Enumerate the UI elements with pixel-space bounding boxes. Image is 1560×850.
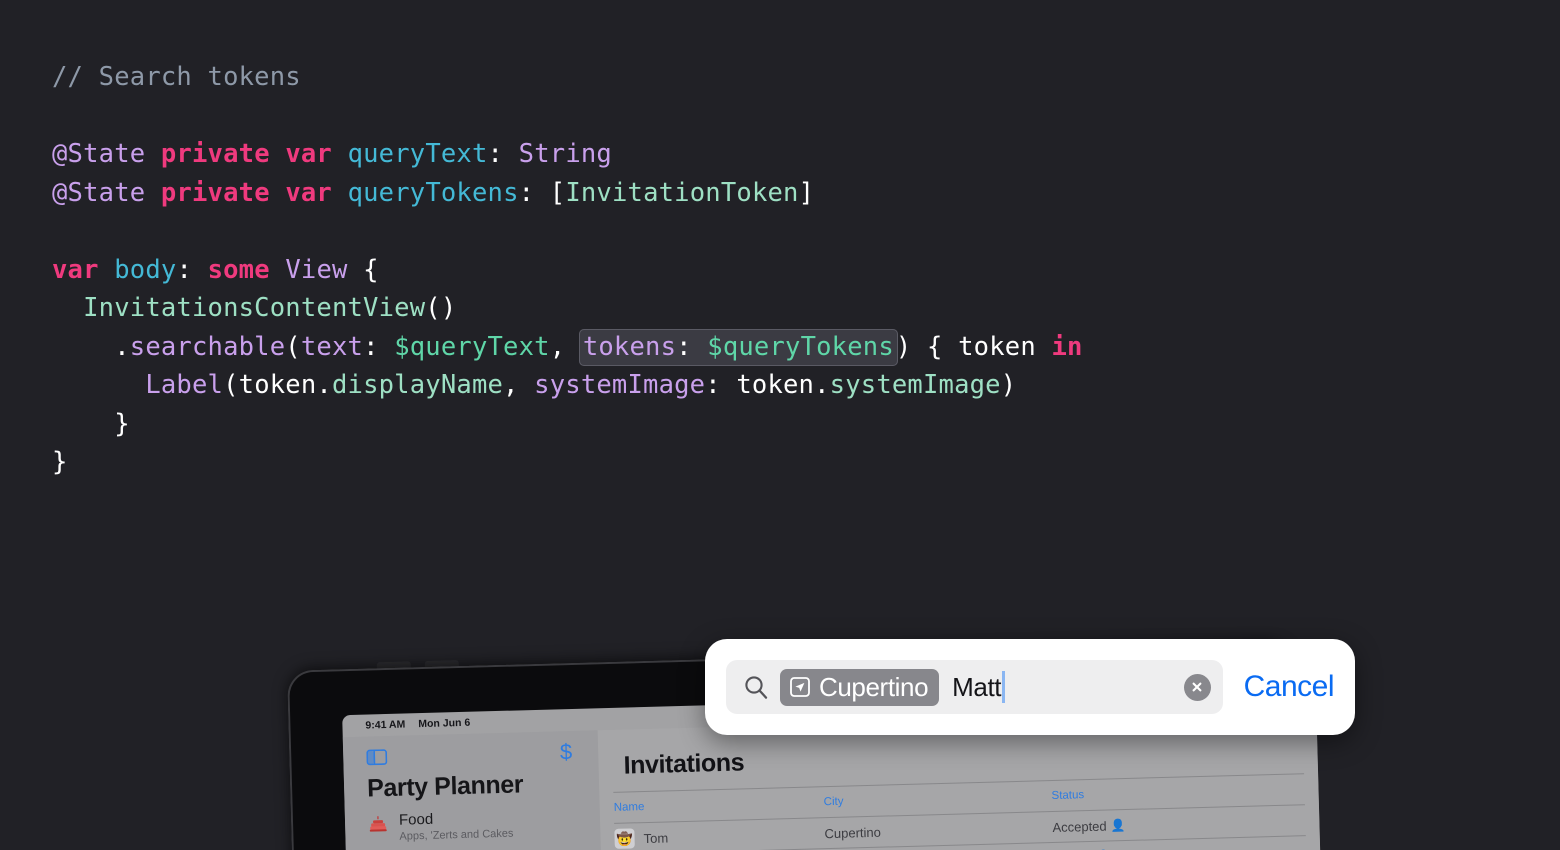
code-token: var xyxy=(52,254,99,285)
code-token: @State xyxy=(52,177,146,208)
location-square-icon xyxy=(789,676,811,698)
code-line: Label(token.displayName, systemImage: to… xyxy=(52,366,1083,405)
code-line: // Search tokens xyxy=(52,58,1083,97)
code-token: : xyxy=(363,331,395,362)
code-token: in xyxy=(1051,331,1083,362)
code-token: var xyxy=(285,139,332,169)
screenshot-stage: // Search tokens @State private var quer… xyxy=(0,0,1560,850)
code-token: . xyxy=(52,331,130,362)
code-token: Label xyxy=(145,370,224,400)
code-token: systemImage xyxy=(534,370,706,400)
code-token: systemImage xyxy=(829,370,1001,400)
code-token: text xyxy=(300,331,364,362)
clear-search-button[interactable] xyxy=(1183,673,1211,701)
code-token: InvitationToken xyxy=(565,177,799,208)
cell-status: Accepted 👤 xyxy=(1052,813,1305,835)
cell-name: 🤠 Tom xyxy=(614,823,824,849)
code-token: : xyxy=(487,139,519,169)
sidebar-item-food[interactable]: Food Apps, 'Zerts and Cakes xyxy=(345,797,601,845)
code-token: @State xyxy=(52,139,146,169)
status-text: Accepted xyxy=(1052,818,1107,835)
sidebar-toggle-icon[interactable] xyxy=(366,749,388,766)
search-query-value: Matt xyxy=(952,672,1002,702)
code-token: queryText xyxy=(347,139,488,169)
text-caret xyxy=(1002,671,1005,703)
code-token: // Search tokens xyxy=(52,62,301,92)
cell-city: Cupertino xyxy=(824,824,882,841)
code-line: } xyxy=(52,405,1083,444)
search-icon xyxy=(743,674,769,700)
dollar-sign-icon[interactable]: $ xyxy=(560,739,573,764)
search-input[interactable]: Cupertino Matt xyxy=(726,660,1223,714)
code-token: private xyxy=(160,177,270,208)
code-token: tokens xyxy=(582,331,677,362)
code-token: : [ xyxy=(518,177,566,208)
code-highlight-box: tokens: $queryTokens xyxy=(578,328,898,366)
code-token: { xyxy=(347,254,379,285)
code-token: } xyxy=(52,447,68,477)
code-line: } xyxy=(52,443,1083,482)
birthday-cake-icon xyxy=(368,814,389,835)
search-query-text: Matt xyxy=(952,671,1005,703)
code-line: InvitationsContentView() xyxy=(52,289,1083,328)
status-bar-date: Mon Jun 6 xyxy=(418,716,471,731)
code-token: some xyxy=(207,254,270,285)
code-token: , xyxy=(503,370,535,400)
search-bar: Cupertino Matt Cancel xyxy=(705,639,1355,735)
code-token: (token. xyxy=(223,370,332,400)
code-token: , xyxy=(549,331,581,362)
code-token: : xyxy=(176,254,208,285)
cancel-button[interactable]: Cancel xyxy=(1244,672,1335,702)
code-token: InvitationsContentView xyxy=(83,293,426,323)
code-token: var xyxy=(285,177,332,208)
search-token-cupertino[interactable]: Cupertino xyxy=(780,668,940,706)
code-token: ) { token xyxy=(895,331,1052,362)
code-token: displayName xyxy=(331,370,504,400)
code-token: : token. xyxy=(705,370,830,400)
code-token: } xyxy=(52,408,130,439)
sidebar: $ Party Planner Food Apps, 'Zerts and Ca… xyxy=(342,730,605,850)
code-token: searchable xyxy=(129,331,286,362)
code-token: String xyxy=(518,139,612,169)
sidebar-item-name: Food xyxy=(398,810,434,829)
sidebar-item-text: Food Apps, 'Zerts and Cakes xyxy=(399,809,514,844)
code-line: @State private var queryTokens: [Invitat… xyxy=(52,174,1083,213)
row-name: Tom xyxy=(643,829,669,846)
status-icon: 👤 xyxy=(1110,818,1126,833)
code-line: @State private var queryText: String xyxy=(52,135,1083,174)
code-token: () xyxy=(425,293,457,323)
cell-status: Maybe 👤 xyxy=(1053,844,1306,850)
column-header-name[interactable]: Name xyxy=(614,796,824,814)
code-token: $queryTokens xyxy=(707,331,894,362)
code-token: queryTokens xyxy=(347,177,519,208)
code-line: .searchable(text: $queryText, tokens: $q… xyxy=(52,328,1083,367)
column-header-city[interactable]: City xyxy=(824,790,1052,809)
code-token: ] xyxy=(798,177,815,208)
avatar: 🤠 xyxy=(614,828,635,849)
status-bar-time: 9:41 AM xyxy=(365,718,406,732)
code-token: body xyxy=(114,254,177,285)
code-token: : xyxy=(676,331,708,362)
code-line: var body: some View { xyxy=(52,251,1083,290)
code-token: private xyxy=(160,139,270,169)
code-snippet: // Search tokens @State private var quer… xyxy=(52,58,1083,482)
code-token: ) xyxy=(1000,370,1017,400)
code-token: ( xyxy=(285,331,301,362)
code-token: View xyxy=(285,254,348,285)
search-token-label: Cupertino xyxy=(819,672,929,702)
column-header-status[interactable]: Status xyxy=(1051,783,1304,802)
code-token: $queryText xyxy=(394,331,550,362)
